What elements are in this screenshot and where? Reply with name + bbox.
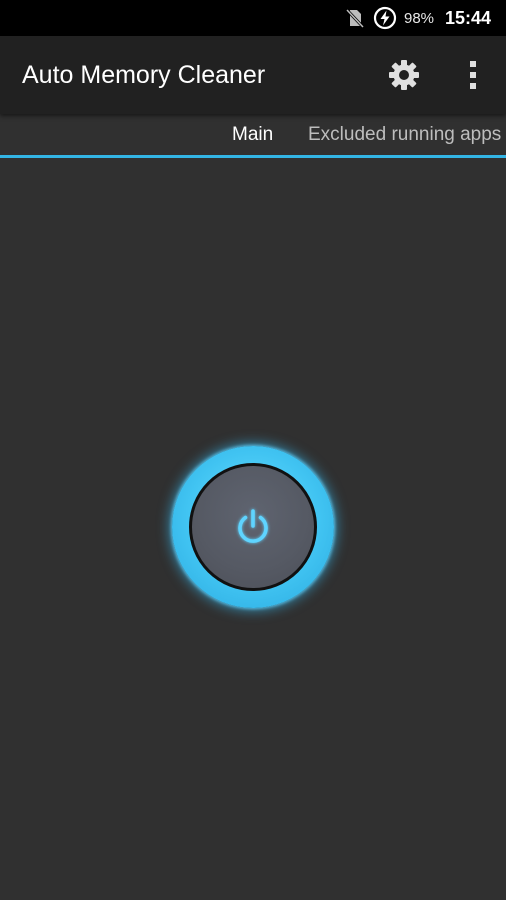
battery-charging-icon xyxy=(373,0,397,36)
tab-bar: Main Excluded running apps xyxy=(0,114,506,158)
app-bar: Auto Memory Cleaner xyxy=(0,36,506,114)
no-sim-icon xyxy=(345,0,365,36)
tab-main[interactable]: Main xyxy=(232,114,273,155)
more-vert-icon xyxy=(470,61,476,89)
overflow-menu-button[interactable] xyxy=(455,55,491,95)
battery-percent: 98% xyxy=(404,9,435,27)
app-screen: 98% 15:44 Auto Memory Cleaner Main Exclu… xyxy=(0,0,506,900)
clock: 15:44 xyxy=(445,7,492,28)
tab-indicator xyxy=(0,155,506,158)
tab-excluded-running-apps[interactable]: Excluded running apps xyxy=(308,114,501,155)
app-title: Auto Memory Cleaner xyxy=(22,61,266,89)
power-button[interactable] xyxy=(172,446,334,608)
gear-icon xyxy=(389,60,419,90)
power-icon xyxy=(238,509,268,543)
status-bar: 98% 15:44 xyxy=(0,0,506,36)
settings-button[interactable] xyxy=(384,55,424,95)
